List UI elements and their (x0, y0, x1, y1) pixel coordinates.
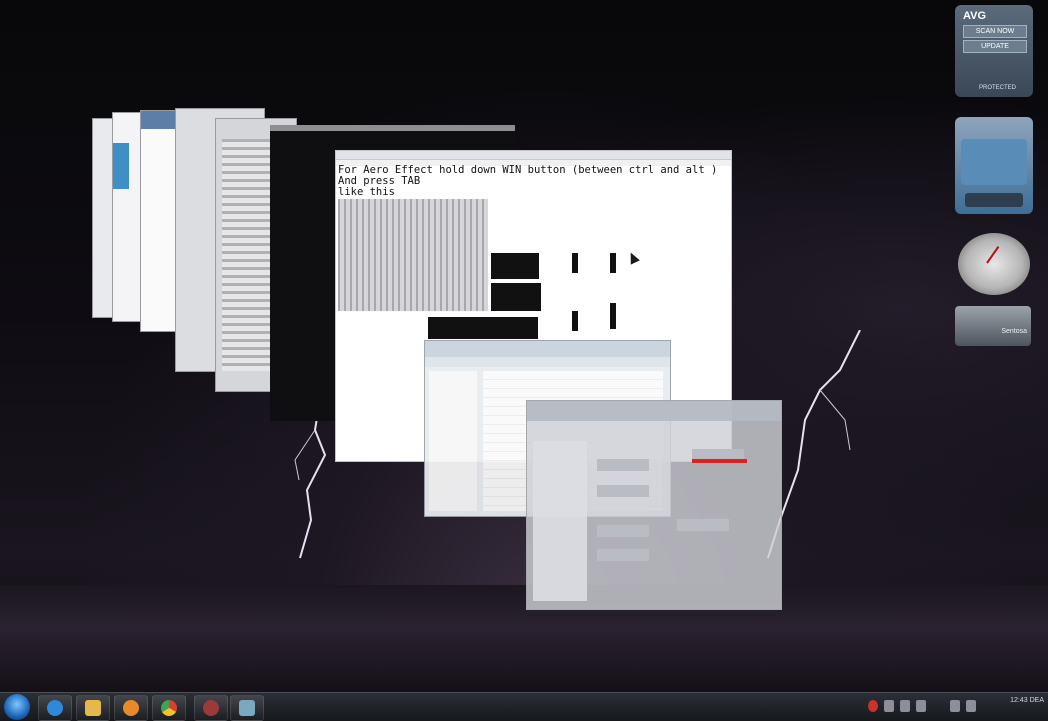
slideshow-label: Sentosa (1001, 328, 1027, 335)
window-titlebar (336, 151, 731, 160)
taskbar-media-player-button[interactable] (114, 695, 148, 721)
taskbar-explorer-button[interactable] (76, 695, 110, 721)
tray-icon[interactable] (884, 700, 894, 712)
drive-usage-bar (692, 459, 747, 463)
explorer-window-computer[interactable] (526, 400, 782, 610)
window-accent (113, 143, 129, 189)
explorer-nav-pane[interactable] (429, 371, 477, 511)
avg-tray-icon[interactable] (868, 700, 878, 712)
explorer-toolbar[interactable] (425, 357, 670, 367)
taskbar-clock[interactable]: 12:43 DEA (996, 696, 1044, 718)
paint-icon (203, 700, 219, 716)
taskbar-chrome-button[interactable] (152, 695, 186, 721)
gadget-controls[interactable] (965, 193, 1023, 207)
folder-icon (85, 700, 101, 716)
instruction-text: For Aero Effect hold down WIN button (be… (338, 165, 717, 198)
glitch-block (428, 317, 538, 339)
network-icon[interactable] (950, 700, 960, 712)
taskbar: 12:43 DEA (0, 692, 1048, 721)
explorer-address-bar[interactable] (527, 401, 781, 421)
avg-gadget[interactable]: AVG SCAN NOW UPDATE PROTECTED (955, 5, 1033, 97)
start-button[interactable] (4, 694, 30, 720)
avg-update-button[interactable]: UPDATE (963, 40, 1027, 53)
drive-icon[interactable] (597, 525, 649, 537)
glitch-block (610, 253, 616, 273)
system-tray (862, 696, 982, 718)
glitch-block (572, 311, 578, 331)
drive-icon[interactable] (597, 485, 649, 497)
volume-icon[interactable] (966, 700, 976, 712)
glitch-block (610, 303, 616, 329)
clock-time: 12:43 DEA (1010, 697, 1044, 704)
avg-scan-button[interactable]: SCAN NOW (963, 25, 1027, 38)
glitch-block (491, 253, 539, 279)
screenshot-thumbnail (338, 199, 488, 311)
glitch-block (572, 253, 578, 273)
slideshow-gadget[interactable]: Sentosa (955, 306, 1031, 346)
desktop-wallpaper: For Aero Effect hold down WIN button (be… (0, 0, 1048, 692)
wallpaper-water (0, 585, 1048, 692)
drive-icon[interactable] (597, 459, 649, 471)
ie-icon (47, 700, 63, 716)
taskbar-ie-button[interactable] (38, 695, 72, 721)
tray-icon[interactable] (916, 700, 926, 712)
weather-gadget[interactable] (955, 117, 1033, 214)
drive-icon[interactable] (677, 519, 729, 531)
taskbar-notepad-button[interactable] (230, 695, 264, 721)
taskbar-paint-button[interactable] (194, 695, 228, 721)
notepad-icon (239, 700, 255, 716)
chrome-icon (161, 700, 177, 716)
explorer-address-bar[interactable] (425, 341, 670, 357)
explorer-nav-pane[interactable] (533, 441, 587, 601)
tray-icon[interactable] (900, 700, 910, 712)
clock-gadget[interactable] (958, 233, 1030, 295)
avg-logo: AVG (963, 10, 987, 22)
drive-icon[interactable] (597, 549, 649, 561)
weather-panel (961, 139, 1027, 185)
glitch-block (491, 283, 541, 311)
media-player-icon (123, 700, 139, 716)
clock-hand (986, 246, 1000, 264)
avg-status: PROTECTED (979, 85, 1017, 91)
instruction-line-3: like this (338, 186, 395, 198)
